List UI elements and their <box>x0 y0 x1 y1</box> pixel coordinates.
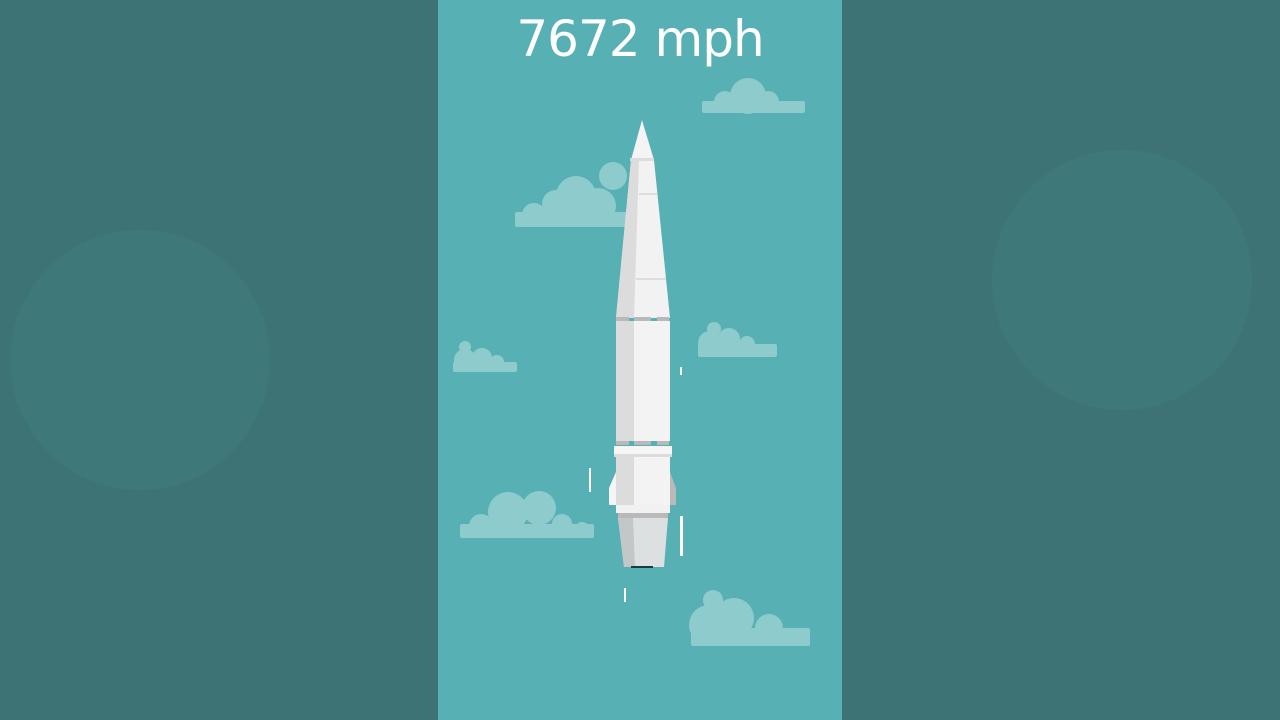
speed-line <box>624 588 626 602</box>
video-frame: 7672 mph <box>0 0 1280 720</box>
animation-scene <box>453 78 810 646</box>
blurred-background-left <box>0 0 438 720</box>
cloud-top-right <box>702 78 805 114</box>
cloud-upper-left <box>515 162 627 227</box>
speed-line <box>680 367 682 375</box>
speed-line <box>680 516 683 556</box>
cloud-lower-left <box>460 491 594 538</box>
speed-readout: 7672 mph <box>516 10 764 68</box>
cloud-middle-right <box>698 322 777 357</box>
animation-panel: 7672 mph <box>438 0 842 720</box>
cloud-bottom-right <box>689 590 810 646</box>
cloud-middle-left <box>453 341 517 372</box>
speed-line <box>589 468 591 492</box>
blurred-background-right <box>842 0 1280 720</box>
